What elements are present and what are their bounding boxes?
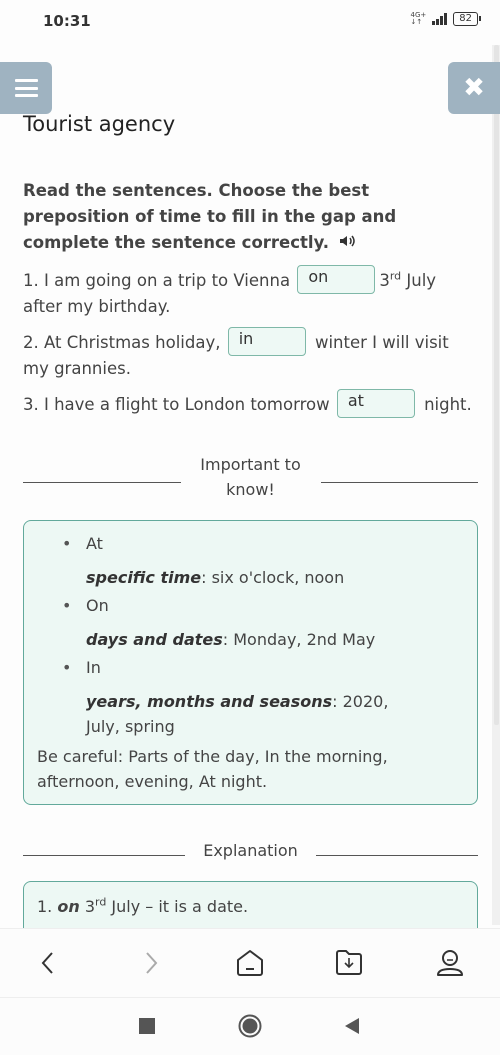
important-heading: Important to know! [200, 455, 301, 499]
browser-bottom-nav [0, 928, 500, 998]
ordinal-suffix: rd [389, 269, 402, 283]
network-type: 4G+ ↓↑ [410, 11, 427, 26]
usage-term: years, months and seasons [86, 692, 333, 711]
forward-icon [146, 952, 158, 974]
preposition-label: In [62, 655, 477, 680]
back-icon [41, 952, 53, 974]
page-title: Tourist agency [23, 112, 176, 136]
explanation-text: July – it is a date. [106, 897, 249, 916]
menu-button[interactable] [0, 62, 52, 114]
instructions: Read the sentences. Choose the best prep… [23, 178, 478, 258]
explanation-number: 1. [37, 897, 58, 916]
home-icon [237, 950, 263, 976]
preposition-label: At [62, 531, 477, 556]
usage-term: days and dates [86, 630, 223, 649]
network-label: 4G+ [410, 11, 427, 19]
usage-term: specific time [86, 568, 202, 587]
system-back-button[interactable] [338, 1012, 366, 1040]
preposition-detail: years, months and seasons: 2020, July, s… [62, 689, 477, 739]
home-circle-icon [238, 1014, 262, 1038]
status-bar: 10:31 4G+ ↓↑ 82 [0, 0, 500, 50]
preposition-item: At specific time: six o'clock, noon [62, 531, 477, 590]
sentence-2: 2. At Christmas holiday, in winter I wil… [23, 327, 478, 382]
status-indicators: 4G+ ↓↑ 82 [410, 11, 481, 26]
preposition-label: On [62, 593, 477, 618]
recents-icon [139, 1018, 155, 1034]
downloads-folder-icon [336, 950, 362, 975]
downloads-button[interactable] [331, 945, 367, 981]
preposition-detail: specific time: six o'clock, noon [62, 565, 477, 590]
sentence-3: 3. I have a flight to London tomorrow at… [23, 389, 478, 418]
battery-icon: 82 [453, 12, 481, 26]
exercise: Read the sentences. Choose the best prep… [23, 178, 478, 418]
divider-line [23, 482, 181, 483]
answer-gap-1[interactable]: on [297, 265, 376, 294]
sentence-text: 3. I have a flight to London tomorrow [23, 395, 330, 414]
usage-examples: : Monday, 2nd May [222, 630, 376, 649]
forward-button[interactable] [133, 945, 169, 981]
important-callout: At specific time: six o'clock, noon On d… [23, 520, 478, 805]
sentence-text: 3 [379, 271, 390, 290]
sentence-text: 1. I am going on a trip to Vienna [23, 271, 291, 290]
back-button[interactable] [30, 945, 66, 981]
divider-line [23, 855, 186, 856]
preposition-item: On days and dates: Monday, 2nd May [62, 593, 477, 652]
signal-icon [432, 13, 448, 25]
battery-level: 82 [459, 13, 472, 24]
scrollbar-thumb[interactable] [494, 45, 499, 725]
explanation-text: 3 [79, 897, 96, 916]
close-button[interactable]: ✖ [448, 62, 500, 114]
important-divider: Important to know! [23, 452, 478, 502]
preposition-list: At specific time: six o'clock, noon On d… [24, 521, 477, 739]
explanation-heading: Explanation [203, 841, 298, 860]
sentence-text: 2. At Christmas holiday, [23, 333, 221, 352]
divider-line [315, 855, 479, 856]
back-triangle-icon [345, 1018, 359, 1034]
profile-icon [437, 950, 463, 976]
recents-button[interactable] [133, 1012, 161, 1040]
preposition-detail: days and dates: Monday, 2nd May [62, 627, 477, 652]
status-time: 10:31 [43, 12, 91, 30]
sentence-text: night. [418, 395, 472, 414]
close-icon: ✖ [463, 73, 485, 103]
sentence-1: 1. I am going on a trip to Vienna on 3rd … [23, 265, 478, 320]
usage-examples: : six o'clock, noon [201, 568, 345, 587]
divider-line [320, 482, 478, 483]
hamburger-menu-icon [14, 79, 38, 97]
ordinal-suffix: rd [95, 895, 107, 909]
preposition-item: In years, months and seasons: 2020, July… [62, 655, 477, 739]
answer-gap-2[interactable]: in [227, 327, 306, 356]
explanation-preposition: on [57, 897, 80, 916]
system-home-button[interactable] [236, 1012, 264, 1040]
speaker-icon[interactable] [339, 232, 357, 258]
be-careful-note: Be careful: Parts of the day, In the mor… [37, 747, 388, 791]
profile-button[interactable] [432, 945, 468, 981]
system-nav-bar [0, 998, 500, 1055]
explanation-divider: Explanation [23, 825, 479, 863]
answer-gap-3[interactable]: at [336, 389, 415, 418]
home-button[interactable] [232, 945, 268, 981]
